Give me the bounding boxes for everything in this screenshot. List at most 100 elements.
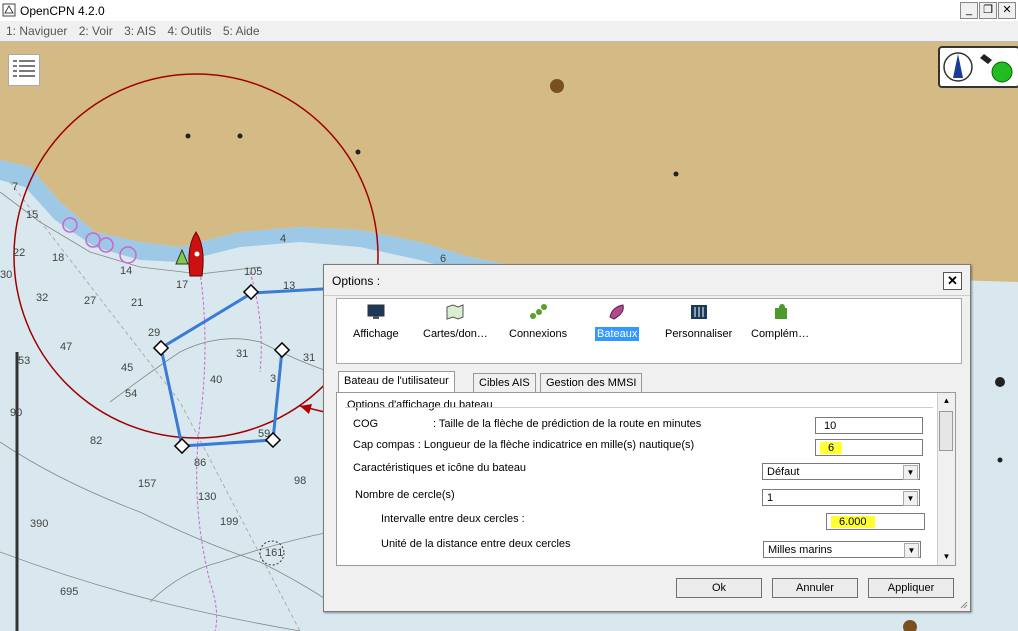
tab-gestion-mmsi[interactable]: Gestion des MMSI [540, 373, 643, 392]
depth-sounding: 40 [210, 374, 222, 386]
depth-sounding: 47 [60, 341, 72, 353]
depth-sounding: 21 [131, 297, 143, 309]
circle-unit-select[interactable]: Milles marins ▼ [763, 541, 921, 558]
app-icon [2, 3, 16, 17]
cap-compas-label: Cap compas : Longueur de la flèche indic… [353, 439, 695, 451]
depth-sounding: 17 [176, 279, 188, 291]
scroll-thumb[interactable] [939, 411, 953, 451]
depth-sounding: 390 [30, 518, 48, 530]
dialog-title-bar: Options : ✕ [324, 265, 970, 296]
ship-icon-select[interactable]: Défaut ▼ [762, 463, 920, 480]
panel-scrollbar[interactable]: ▲ ▼ [937, 393, 955, 565]
depth-sounding: 32 [36, 292, 48, 304]
depth-sounding: 7 [12, 181, 18, 193]
depth-sounding: 90 [10, 407, 22, 419]
plugin-icon [775, 304, 788, 319]
depth-sounding: 18 [52, 252, 64, 264]
circles-count-select[interactable]: 1 ▼ [762, 489, 920, 506]
wreck-icon [995, 377, 1005, 387]
depth-sounding: 4 [280, 233, 286, 245]
dialog-close-button[interactable]: ✕ [943, 272, 962, 290]
depth-sounding: 29 [148, 327, 160, 339]
group-title: Options d'affichage du bateau [347, 399, 493, 411]
depth-sounding: 45 [121, 362, 133, 374]
close-window-button[interactable]: ✕ [998, 2, 1016, 19]
section-connexions[interactable]: Connexions [507, 303, 569, 341]
depth-sounding: 130 [198, 491, 216, 503]
menu-ais[interactable]: 3: AIS [120, 22, 160, 40]
group-divider [345, 407, 933, 408]
title-bar: OpenCPN 4.2.0 _ ❐ ✕ [0, 0, 1018, 22]
tab-bateau-utilisateur[interactable]: Bateau de l'utilisateur [338, 371, 455, 393]
chevron-down-icon: ▼ [903, 491, 918, 506]
landmark-icon [550, 79, 564, 93]
depth-sounding: 199 [220, 516, 238, 528]
resize-grip-icon[interactable] [958, 599, 968, 609]
depth-sounding: 105 [244, 266, 262, 278]
depth-sounding: 27 [84, 295, 96, 307]
land-marker [355, 149, 361, 155]
depth-sounding: 161 [265, 547, 283, 559]
scroll-down-icon[interactable]: ▼ [939, 550, 954, 564]
depth-sounding: 82 [90, 435, 102, 447]
charts-icon [446, 304, 464, 320]
depth-sounding: 3 [270, 373, 276, 385]
minimize-button[interactable]: _ [960, 2, 978, 19]
section-bateaux[interactable]: Bateaux [595, 303, 640, 341]
section-affichage[interactable]: Affichage [351, 303, 401, 341]
menu-outils[interactable]: 4: Outils [163, 22, 215, 40]
land-marker [997, 457, 1003, 463]
circles-count-label: Nombre de cercle(s) [355, 489, 455, 501]
depth-sounding: 30 [0, 269, 12, 281]
depth-sounding: 15 [26, 209, 38, 221]
boat-icon [609, 304, 624, 320]
depth-sounding: 22 [13, 247, 25, 259]
chevron-down-icon: ▼ [903, 465, 918, 480]
cog-description: : Taille de la flèche de prédiction de l… [433, 418, 702, 430]
list-icon [13, 60, 35, 77]
land-marker [673, 171, 679, 177]
depth-sounding: 157 [138, 478, 156, 490]
ship-icon-label: Caractéristiques et icône du bateau [353, 462, 527, 474]
menu-bar: 1: Naviguer 2: Voir 3: AIS 4: Outils 5: … [0, 21, 1018, 42]
compass-icon [943, 52, 1013, 83]
window-title: OpenCPN 4.2.0 [20, 4, 105, 18]
monitor-icon [367, 304, 385, 319]
toolbox-button[interactable] [8, 54, 40, 86]
section-cartes[interactable]: Cartes/don… [421, 303, 490, 341]
menu-aide[interactable]: 5: Aide [219, 22, 264, 40]
tab-cibles-ais[interactable]: Cibles AIS [473, 373, 536, 392]
circle-unit-label: Unité de la distance entre deux cercles [381, 538, 571, 550]
section-personnaliser[interactable]: Personnaliser [663, 303, 734, 341]
land-marker [185, 133, 191, 139]
scroll-up-icon[interactable]: ▲ [939, 394, 954, 408]
depth-sounding: 14 [120, 265, 132, 277]
section-complements[interactable]: Complém… [749, 303, 811, 341]
cap-compas-input[interactable]: 6 [815, 439, 923, 456]
ok-button[interactable]: Ok [676, 578, 762, 598]
maximize-button[interactable]: ❐ [979, 2, 997, 19]
gps-icon [980, 54, 992, 64]
depth-sounding: 695 [60, 586, 78, 598]
own-ship-options-panel: Options d'affichage du bateau COG : Tail… [336, 392, 956, 566]
cog-label: COG [353, 418, 379, 430]
chevron-down-icon: ▼ [904, 543, 919, 558]
depth-sounding: 86 [194, 457, 206, 469]
sliders-icon [690, 305, 707, 319]
menu-voir[interactable]: 2: Voir [75, 22, 117, 40]
circle-interval-label: Intervalle entre deux cercles : [381, 513, 525, 525]
menu-naviguer[interactable]: 1: Naviguer [2, 22, 71, 40]
depth-sounding: 31 [236, 348, 248, 360]
apply-button[interactable]: Appliquer [868, 578, 954, 598]
depth-sounding: 59 [258, 428, 270, 440]
connections-icon [530, 304, 548, 319]
options-dialog: Options : ✕ Affichage Cartes/don… Connex… [323, 264, 971, 612]
cancel-button[interactable]: Annuler [772, 578, 858, 598]
depth-sounding: 54 [125, 388, 137, 400]
depth-sounding: 13 [283, 280, 295, 292]
ship-center-icon [194, 251, 200, 257]
circle-interval-input[interactable]: 6.000 [826, 513, 925, 530]
cog-input[interactable]: 10 [815, 417, 923, 434]
land-marker [237, 133, 243, 139]
compass-widget[interactable] [938, 46, 1018, 88]
